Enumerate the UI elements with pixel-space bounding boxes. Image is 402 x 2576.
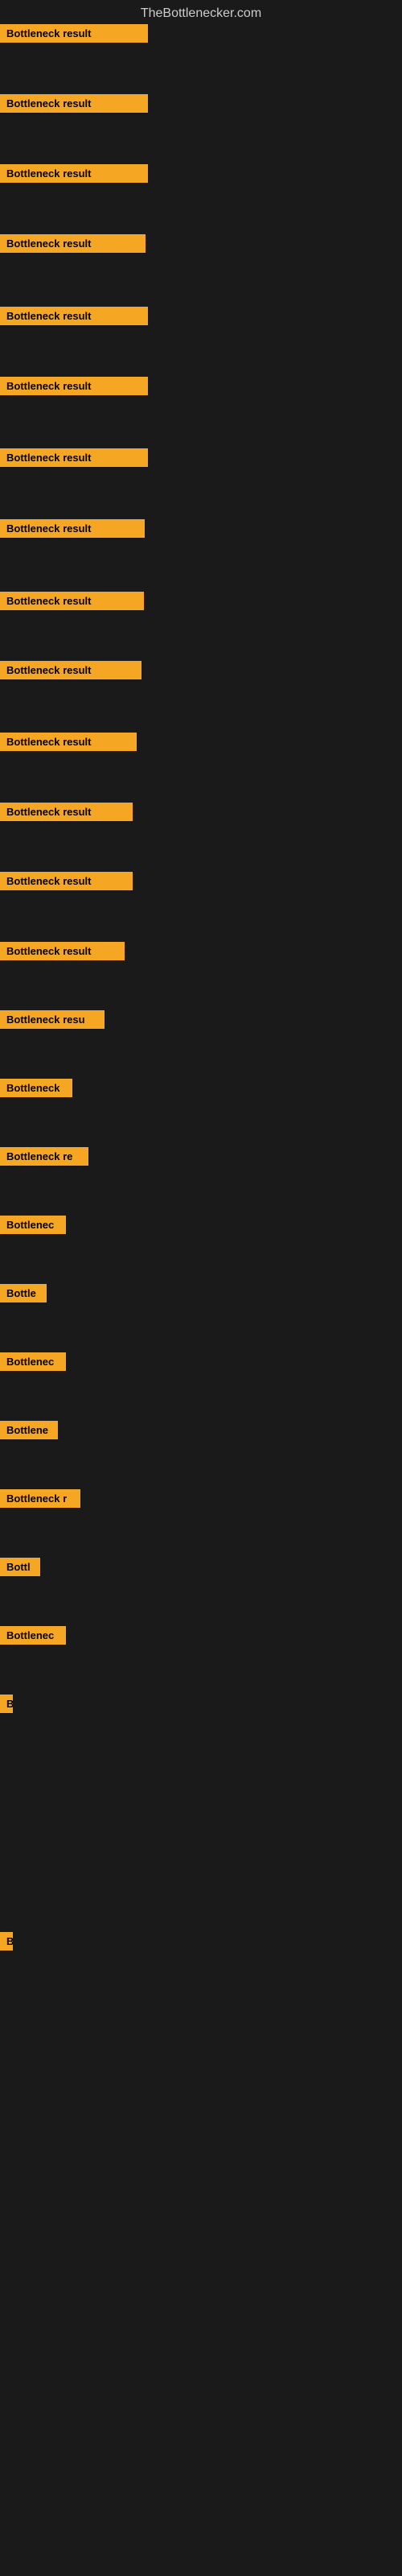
bottleneck-result-item: Bottl (0, 1558, 40, 1576)
bottleneck-result-item: Bottleneck result (0, 24, 148, 43)
bottleneck-result-item: B (0, 1932, 13, 1951)
bottleneck-result-item: Bottleneck r (0, 1489, 80, 1508)
bottleneck-result-item: B (0, 1695, 13, 1713)
bottleneck-result-item: Bottleneck result (0, 661, 142, 679)
bottleneck-result-item: Bottleneck result (0, 872, 133, 890)
bottleneck-result-item: Bottlene (0, 1421, 58, 1439)
bottleneck-result-item: Bottleneck result (0, 94, 148, 113)
bottleneck-result-item: Bottleneck re (0, 1147, 88, 1166)
bottleneck-result-item: Bottleneck (0, 1079, 72, 1097)
bottleneck-result-item: Bottleneck result (0, 733, 137, 751)
bottleneck-result-item: Bottlenec (0, 1352, 66, 1371)
bottleneck-result-item: Bottleneck result (0, 164, 148, 183)
bottleneck-result-item: Bottle (0, 1284, 47, 1302)
site-title: TheBottlenecker.com (0, 0, 402, 27)
bottleneck-result-item: Bottleneck result (0, 448, 148, 467)
bottleneck-result-item: Bottleneck result (0, 307, 148, 325)
bottleneck-result-item: Bottleneck result (0, 234, 146, 253)
bottleneck-result-item: Bottlenec (0, 1216, 66, 1234)
bottleneck-result-item: Bottleneck result (0, 519, 145, 538)
bottleneck-result-item: Bottleneck result (0, 942, 125, 960)
bottleneck-result-item: Bottleneck resu (0, 1010, 105, 1029)
bottleneck-result-item: Bottleneck result (0, 377, 148, 395)
bottleneck-result-item: Bottlenec (0, 1626, 66, 1645)
bottleneck-result-item: Bottleneck result (0, 592, 144, 610)
bottleneck-result-item: Bottleneck result (0, 803, 133, 821)
